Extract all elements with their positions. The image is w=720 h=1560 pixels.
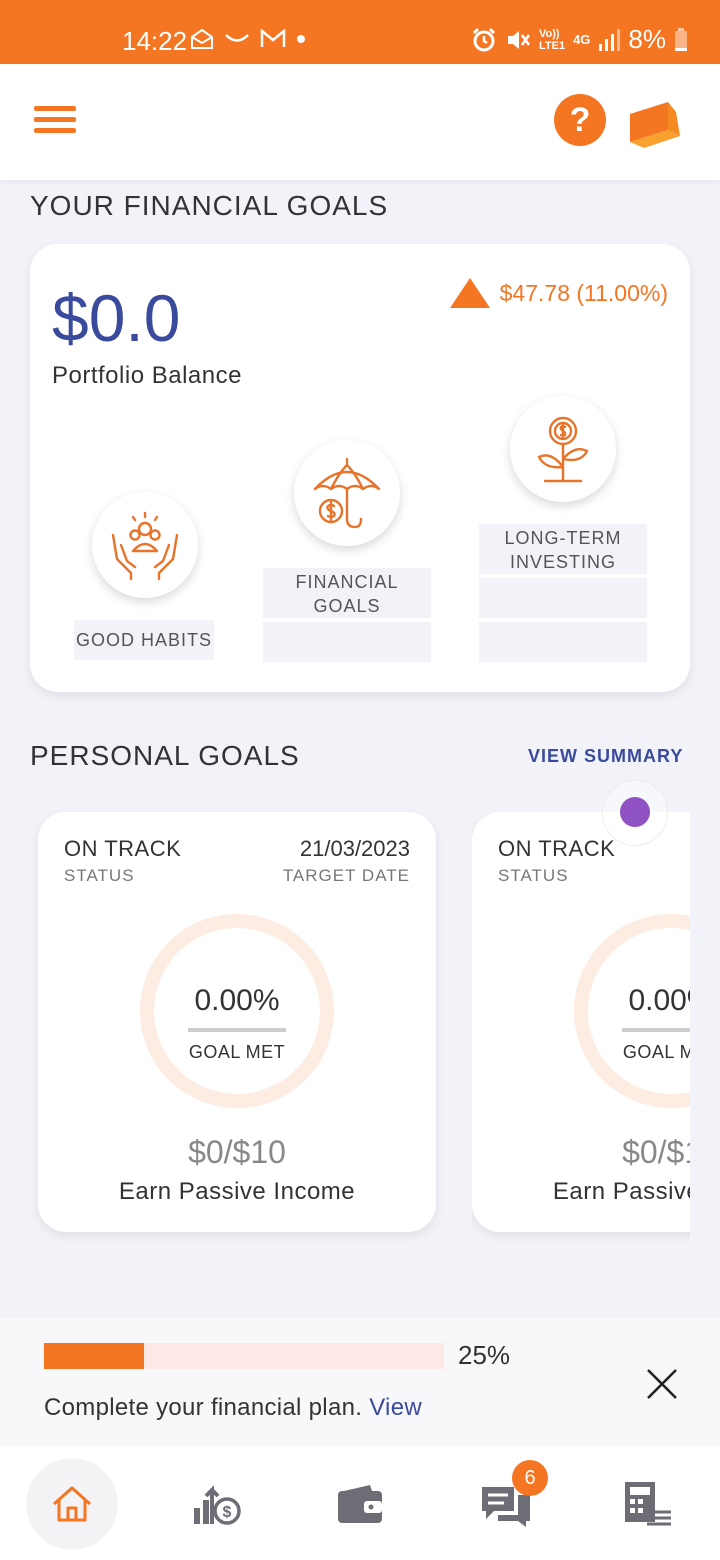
goal-amount: $0/$10 bbox=[622, 1134, 690, 1170]
app-logo[interactable] bbox=[628, 100, 682, 148]
hands-people-icon bbox=[111, 511, 179, 581]
status-notification-icons bbox=[190, 28, 306, 50]
good-habits-button[interactable] bbox=[92, 492, 198, 598]
financial-goals-title: YOUR FINANCIAL GOALS bbox=[30, 190, 389, 221]
menu-icon[interactable] bbox=[34, 106, 76, 138]
portfolio-card[interactable]: $0.0 Portfolio Balance $47.78 (11.00%) G… bbox=[30, 244, 690, 692]
personal-goal-card[interactable]: ON TRACK STATUS 21/03/2023 TARGET DATE 0… bbox=[38, 812, 436, 1232]
portfolio-change-value: $47.78 (11.00%) bbox=[499, 279, 668, 306]
goal-percent-label: GOAL MET bbox=[188, 1042, 286, 1062]
wallet-icon bbox=[338, 1485, 382, 1523]
nav-messages[interactable]: 6 bbox=[460, 1458, 552, 1550]
goal-amount: $0/$10 bbox=[188, 1134, 286, 1170]
messages-badge: 6 bbox=[512, 1460, 548, 1496]
plan-progress-fill bbox=[44, 1343, 144, 1369]
goal-progress-ring: 0.00% GOAL MET bbox=[140, 914, 334, 1108]
mute-icon bbox=[508, 30, 531, 49]
umbrella-dollar-icon bbox=[313, 457, 381, 529]
goal-placeholder bbox=[263, 622, 431, 662]
goal-percent: 0.00% bbox=[628, 984, 690, 1017]
goal-placeholder bbox=[479, 578, 647, 618]
floating-assistant-dot[interactable] bbox=[620, 797, 650, 827]
goal-status-label: STATUS bbox=[498, 866, 569, 885]
portfolio-balance-label: Portfolio Balance bbox=[52, 362, 242, 389]
goal-placeholder bbox=[479, 622, 647, 662]
invest-growth-icon: $ bbox=[194, 1485, 241, 1525]
alarm-icon bbox=[472, 27, 496, 51]
nav-calculator[interactable] bbox=[602, 1458, 694, 1550]
goal-progress-ring: 0.00% GOAL MET bbox=[574, 914, 690, 1108]
app-header: ? bbox=[0, 64, 720, 180]
long-term-investing-label: LONG-TERM INVESTING bbox=[479, 524, 647, 574]
network-type: 4G bbox=[573, 32, 591, 47]
goal-status: ON TRACK bbox=[64, 836, 182, 861]
personal-goals-title: PERSONAL GOALS bbox=[30, 740, 300, 771]
mail-open-icon bbox=[191, 28, 213, 49]
nav-invest[interactable]: $ bbox=[170, 1458, 262, 1550]
goal-target-date: 21/03/2023 bbox=[299, 836, 410, 861]
up-arrow-icon bbox=[449, 278, 490, 308]
nav-wallet[interactable] bbox=[314, 1458, 406, 1550]
view-summary-link[interactable]: VIEW SUMMARY bbox=[528, 746, 683, 767]
long-term-investing-button[interactable] bbox=[510, 396, 616, 502]
goal-status: ON TRACK bbox=[498, 836, 616, 861]
calculator-doc-icon bbox=[625, 1482, 671, 1526]
goal-percent: 0.00% bbox=[194, 984, 280, 1017]
help-button[interactable]: ? bbox=[554, 94, 606, 146]
financial-goals-button[interactable] bbox=[294, 440, 400, 546]
plan-progress-banner: 25% Complete your financial plan. View bbox=[0, 1318, 720, 1446]
status-time: 14:22 bbox=[122, 26, 188, 56]
money-plant-icon bbox=[537, 416, 589, 483]
status-right-icons: Vo)) LTE1 4G 8% bbox=[471, 24, 688, 55]
goal-percent-label: GOAL MET bbox=[622, 1042, 690, 1062]
signal-icon bbox=[599, 28, 621, 51]
portfolio-balance: $0.0 bbox=[52, 281, 181, 355]
battery-percent: 8% bbox=[628, 24, 666, 54]
home-icon bbox=[53, 1486, 91, 1522]
personal-goal-card-peek-clip: ON TRACK STATUS 0.00% GOAL MET $0/$10 Ea… bbox=[472, 812, 690, 1242]
divider bbox=[622, 1028, 690, 1032]
volte-indicator: Vo)) LTE1 bbox=[539, 27, 566, 52]
goal-name: Earn Passive Income bbox=[552, 1178, 690, 1205]
good-habits-label: GOOD HABITS bbox=[74, 620, 214, 660]
bottom-navigation: $ 6 bbox=[0, 1446, 720, 1560]
divider bbox=[188, 1028, 286, 1032]
plan-progress-bar bbox=[44, 1343, 444, 1369]
goal-status-label: STATUS bbox=[64, 866, 135, 885]
plan-view-link[interactable]: View bbox=[369, 1394, 422, 1421]
status-bar: 14:22 Vo)) LTE1 4G 8% bbox=[0, 0, 720, 64]
battery-icon bbox=[675, 27, 687, 51]
portfolio-change: $47.78 (11.00%) bbox=[449, 278, 668, 308]
nav-home[interactable] bbox=[26, 1458, 118, 1550]
svg-text:$: $ bbox=[223, 1504, 232, 1521]
plan-progress-percent: 25% bbox=[458, 1340, 511, 1370]
dot-icon bbox=[297, 35, 305, 43]
close-icon[interactable] bbox=[642, 1364, 682, 1404]
financial-goals-label: FINANCIAL GOALS bbox=[263, 568, 431, 618]
goal-name: Earn Passive Income bbox=[118, 1178, 356, 1205]
personal-goal-card[interactable]: ON TRACK STATUS 0.00% GOAL MET $0/$10 Ea… bbox=[472, 812, 690, 1232]
smile-arrow-icon bbox=[225, 34, 249, 42]
plan-message: Complete your financial plan. View bbox=[44, 1394, 422, 1421]
goal-target-date-label: TARGET DATE bbox=[282, 866, 410, 885]
gmail-icon bbox=[260, 29, 286, 47]
